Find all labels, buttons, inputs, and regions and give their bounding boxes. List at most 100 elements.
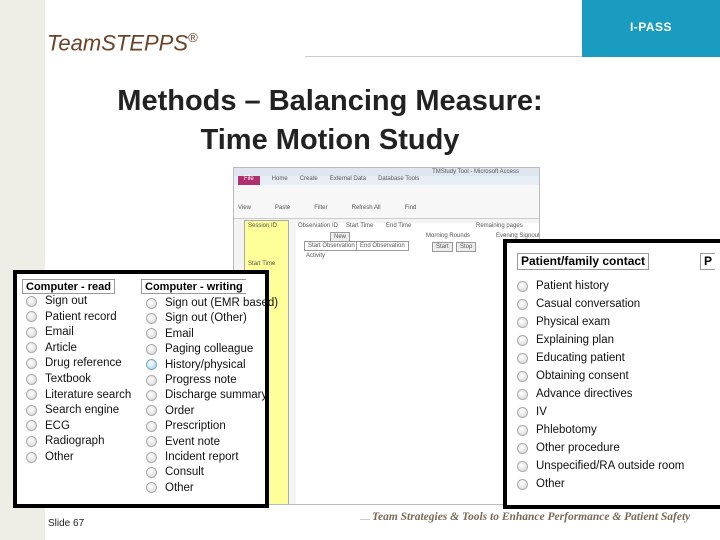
radio-option[interactable]: Advance directives [517,388,633,400]
radio-option[interactable]: Email [146,328,194,340]
radio-option[interactable]: Explaining plan [517,334,614,346]
program-badge: I-PASS [582,0,720,57]
radio-option[interactable]: Sign out (Other) [146,312,247,324]
radio-option[interactable]: Prescription [146,420,226,432]
radio-option[interactable]: Sign out (EMR based) [146,297,278,309]
radio-button[interactable] [146,482,157,494]
radio-label: Other [165,481,194,494]
radio-button[interactable] [26,311,37,323]
radio-label: Literature search [45,388,132,401]
radio-button[interactable] [517,424,528,436]
ribbon-tab: Home [271,176,288,182]
radio-option[interactable]: Obtaining consent [517,370,629,382]
radio-option[interactable]: Incident report [146,451,239,463]
radio-label: Prescription [165,420,226,433]
radio-button[interactable] [146,420,157,432]
radio-option[interactable]: Search engine [26,404,119,416]
radio-button[interactable] [517,298,528,310]
radio-button[interactable] [146,359,157,371]
radio-option[interactable]: Progress note [146,374,237,386]
radio-label: Paging colleague [165,343,254,356]
radio-button[interactable] [146,374,157,386]
radio-option[interactable]: Consult [146,466,204,478]
radio-option[interactable]: Event note [146,436,220,448]
tagline: Team Strategies & Tools to Enhance Perfo… [372,511,691,523]
computer-activity-zoom: Computer - read Computer - writing Sign … [13,270,278,508]
radio-button[interactable] [26,342,37,354]
radio-button[interactable] [26,389,37,401]
radio-button[interactable] [146,436,157,448]
radio-button[interactable] [517,370,528,382]
radio-option[interactable]: Drug reference [26,357,122,369]
radio-label: Order [165,404,195,417]
radio-option[interactable]: Literature search [26,389,131,401]
radio-label: ECG [45,419,70,432]
radio-option[interactable]: Patient record [26,311,117,323]
radio-option[interactable]: Other procedure [517,442,620,454]
ribbon-button: Refresh All [351,205,381,211]
radio-label: Unspecified/RA outside room [536,460,685,472]
ribbon-tab: External Data [329,176,367,182]
brand-logo: TeamSTEPPS® [47,30,198,56]
radio-option[interactable]: Other [146,482,194,494]
radio-button[interactable] [26,357,37,369]
radio-label: Drug reference [45,357,122,370]
radio-button[interactable] [26,435,37,447]
radio-label: Sign out (EMR based) [165,297,279,309]
radio-button[interactable] [26,373,37,385]
radio-button[interactable] [26,420,37,432]
app-titlebar: TMStudy Tool - Microsoft Access [234,168,539,176]
radio-option[interactable]: Other [517,478,565,490]
radio-option[interactable]: Order [146,405,194,417]
radio-label: Advance directives [536,388,633,400]
radio-option[interactable]: Patient history [517,280,609,292]
ribbon-tab: File [238,176,260,185]
radio-option[interactable]: Sign out [26,295,87,307]
radio-option[interactable]: Unspecified/RA outside room [517,460,684,472]
radio-button[interactable] [26,326,37,338]
radio-button[interactable] [26,295,37,307]
access-screenshot: TMStudy Tool - Microsoft Access File Home… [233,167,540,505]
radio-button[interactable] [517,478,528,490]
radio-option[interactable]: Physical exam [517,316,610,328]
radio-option[interactable]: Discharge summary [146,389,267,401]
radio-button[interactable] [146,343,157,355]
radio-option[interactable]: Educating patient [517,352,625,364]
radio-button[interactable] [517,334,528,346]
radio-button[interactable] [517,460,528,472]
radio-option[interactable]: Email [26,326,74,338]
radio-button[interactable] [517,316,528,328]
radio-button[interactable] [517,280,528,292]
ribbon-button: Paste [274,205,291,211]
radio-option[interactable]: Phlebotomy [517,424,597,436]
radio-option[interactable]: Paging colleague [146,343,253,355]
radio-button[interactable] [146,328,157,340]
radio-option[interactable]: Radiograph [26,435,104,447]
stop-button: Stop [456,242,477,252]
radio-option[interactable]: ECG [26,420,70,432]
radio-button[interactable] [146,466,157,478]
radio-button[interactable] [517,388,528,400]
radio-option[interactable]: Textbook [26,373,91,385]
radio-option[interactable]: Other [26,451,74,463]
radio-button[interactable] [146,451,157,463]
radio-label: Progress note [165,374,237,386]
radio-button[interactable] [146,405,157,417]
radio-option[interactable]: History/physical [146,359,246,371]
radio-button[interactable] [26,404,37,416]
radio-button[interactable] [26,451,37,463]
ribbon-tabs: File Home Create External Data Database Tool… [234,176,539,185]
radio-option[interactable]: Article [26,342,77,354]
radio-button[interactable] [517,406,528,418]
radio-label: Patient record [45,310,117,323]
ribbon-button: View [238,205,251,211]
radio-button[interactable] [517,442,528,454]
next-category-header: P [700,253,716,270]
radio-option[interactable]: Casual conversation [517,298,640,310]
radio-button[interactable] [517,352,528,364]
radio-button[interactable] [146,389,157,401]
radio-button[interactable] [146,312,157,324]
radio-label: Sign out [45,295,88,307]
radio-button[interactable] [146,297,157,309]
radio-option[interactable]: IV [517,406,547,418]
